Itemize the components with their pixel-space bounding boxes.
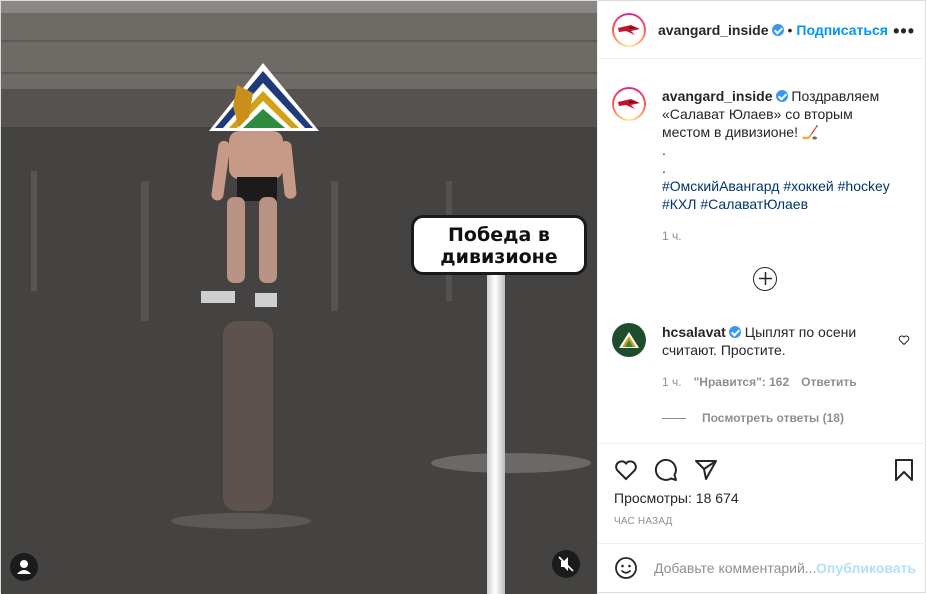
emoji-icon (615, 557, 637, 579)
post-header: avangard_inside • Подписаться ••• (598, 1, 926, 59)
heart-icon (898, 335, 910, 346)
salavat-logo-icon (619, 332, 639, 348)
verified-icon (728, 326, 741, 338)
caption-username[interactable]: avangard_inside (662, 88, 773, 104)
hashtag-link[interactable]: #ОмскийАвангард (662, 178, 779, 194)
comments-list[interactable]: avangard_inside Поздравляем «Салават Юла… (598, 59, 926, 443)
plus-circle-icon (758, 272, 772, 285)
hashtag-link[interactable]: #СалаватЮлаев (700, 196, 808, 212)
avangard-logo-icon (618, 24, 640, 35)
caption-avatar[interactable] (612, 87, 646, 121)
caption-time[interactable]: 1 ч. (662, 227, 902, 245)
post-actions: Просмотры: 18 674 ЧАС НАЗАД (598, 443, 926, 543)
add-comment-bar: Добавьте комментарий... Опубликовать (598, 543, 926, 594)
comment-button[interactable] (654, 458, 678, 487)
user-icon (17, 560, 31, 574)
caption-dot: . (662, 142, 666, 158)
like-comment-button[interactable] (898, 333, 910, 351)
sign-line-1: Победа в (448, 224, 550, 246)
comment-time[interactable]: 1 ч. (662, 373, 682, 391)
replies-line (662, 417, 686, 419)
video-frame (1, 1, 597, 594)
share-button[interactable] (694, 458, 718, 487)
comment-avatar[interactable] (612, 323, 646, 357)
post-time[interactable]: ЧАС НАЗАД (614, 516, 673, 527)
division-sign: Победа в дивизионе (411, 215, 587, 275)
sign-line-2: дивизионе (440, 246, 558, 268)
comment-username[interactable]: hcsalavat (662, 324, 726, 340)
comment-input[interactable]: Добавьте комментарий... (654, 560, 816, 576)
views-text: Просмотры: 18 674 (614, 490, 739, 506)
bookmark-icon (895, 459, 913, 481)
sign-pole (487, 275, 505, 594)
publish-button[interactable]: Опубликовать (816, 560, 916, 576)
caption: avangard_inside Поздравляем «Салават Юла… (612, 87, 902, 245)
hashtag-link[interactable]: #КХЛ (662, 196, 696, 212)
reply-button[interactable]: Ответить (801, 373, 856, 391)
mute-button[interactable] (552, 550, 580, 578)
hashtag-link[interactable]: #hockey (838, 178, 890, 194)
avangard-logo-icon (618, 99, 640, 109)
tagged-users-button[interactable] (10, 553, 38, 581)
load-more-comments-button[interactable] (753, 267, 777, 291)
follow-button[interactable]: Подписаться (796, 22, 888, 38)
verified-icon (775, 90, 788, 102)
like-button[interactable] (614, 458, 638, 487)
view-replies-button[interactable]: Посмотреть ответы (18) (702, 409, 844, 427)
save-button[interactable] (892, 458, 916, 487)
views-count[interactable]: Просмотры: 18 674 (614, 490, 739, 506)
verified-icon (771, 23, 784, 36)
post-dialog: Победа в дивизионе avangard_inside • Под… (0, 0, 926, 594)
video-player[interactable]: Победа в дивизионе (1, 1, 597, 594)
heart-icon (615, 460, 637, 481)
sound-off-icon (558, 556, 574, 572)
more-options-icon[interactable]: ••• (893, 21, 915, 42)
paper-plane-icon (695, 460, 717, 480)
caption-dot: . (662, 160, 666, 176)
emoji-button[interactable] (614, 556, 638, 585)
comment-item: hcsalavat Цыплят по осени считают. Прост… (612, 323, 884, 427)
avatar[interactable] (612, 12, 646, 47)
comment-icon (654, 458, 677, 481)
separator-dot: • (787, 21, 793, 38)
header-username[interactable]: avangard_inside (658, 22, 769, 38)
post-details-panel: avangard_inside • Подписаться ••• avanga… (597, 1, 926, 594)
hashtag-link[interactable]: #хоккей (783, 178, 833, 194)
comment-likes[interactable]: "Нравится": 162 (694, 373, 790, 391)
